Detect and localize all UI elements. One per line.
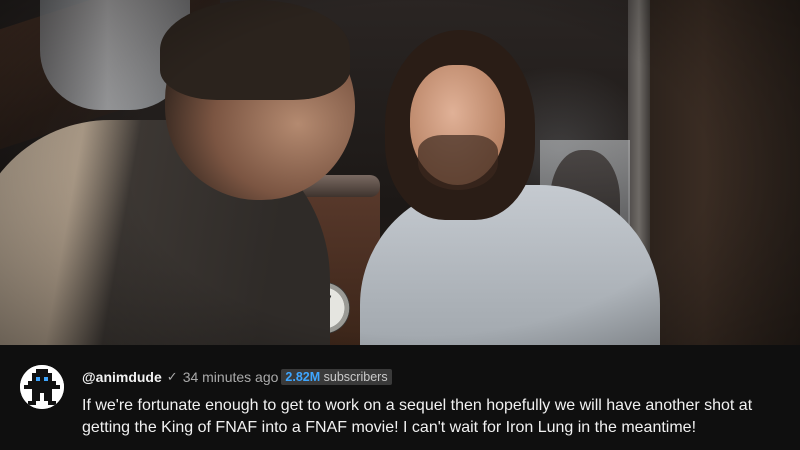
- comment-meta: @animdude ✓ 34 minutes ago 2.82M subscri…: [82, 368, 392, 386]
- subscriber-count: 2.82M: [285, 370, 321, 384]
- verified-check-icon: ✓: [166, 369, 178, 384]
- avatar[interactable]: [20, 365, 64, 409]
- comment-text: If we're fortunate enough to get to work…: [82, 397, 753, 436]
- comment-timestamp[interactable]: 34 minutes ago: [183, 369, 279, 385]
- youtube-comment: @animdude ✓ 34 minutes ago 2.82M subscri…: [0, 345, 800, 450]
- movie-still-image: [0, 0, 800, 345]
- pixel-character-icon: [20, 365, 64, 409]
- subscriber-label: subscribers: [323, 370, 388, 384]
- subscriber-badge: 2.82M subscribers: [281, 369, 392, 385]
- channel-handle[interactable]: @animdude: [82, 369, 162, 385]
- meme-frame: @animdude ✓ 34 minutes ago 2.82M subscri…: [0, 0, 800, 450]
- vignette-overlay: [0, 0, 800, 345]
